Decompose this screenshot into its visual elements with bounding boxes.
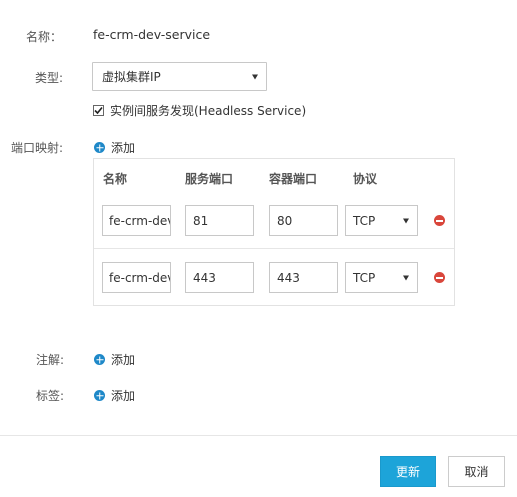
footer-divider	[0, 435, 517, 436]
plus-circle-icon	[94, 354, 105, 365]
cancel-button[interactable]: 取消	[448, 456, 505, 487]
plus-circle-icon	[94, 142, 105, 153]
port-name-input[interactable]: fe-crm-dev	[102, 205, 171, 236]
plus-circle-icon	[94, 390, 105, 401]
container-port-input[interactable]: 443	[269, 262, 338, 293]
service-port-input[interactable]: 81	[185, 205, 254, 236]
headless-label: 实例间服务发现(Headless Service)	[110, 104, 307, 118]
chevron-down-icon	[252, 74, 258, 79]
headless-option[interactable]: 实例间服务发现(Headless Service)	[93, 102, 306, 119]
add-port-label: 添加	[111, 141, 136, 155]
update-button[interactable]: 更新	[380, 456, 436, 487]
port-mapping-table: 名称 服务端口 容器端口 协议 fe-crm-dev 81 80 TCP fe-…	[93, 158, 455, 306]
port-mapping-label: 端口映射:	[11, 141, 64, 155]
add-tag-button[interactable]: 添加	[94, 387, 135, 404]
protocol-select[interactable]: TCP	[345, 205, 418, 236]
header-protocol: 协议	[353, 172, 378, 186]
remove-row-icon[interactable]	[434, 215, 445, 226]
protocol-select[interactable]: TCP	[345, 262, 418, 293]
annotation-label: 注解:	[36, 353, 65, 367]
type-select-value: 虚拟集群IP	[102, 70, 161, 84]
header-service-port: 服务端口	[185, 172, 234, 186]
protocol-select-value: TCP	[353, 270, 376, 285]
remove-row-icon[interactable]	[434, 272, 445, 283]
add-port-button[interactable]: 添加	[94, 139, 135, 156]
type-label: 类型:	[35, 71, 64, 85]
service-name-value: fe-crm-dev-service	[93, 27, 211, 42]
service-port-input[interactable]: 443	[185, 262, 254, 293]
check-icon	[94, 106, 103, 115]
container-port-input[interactable]: 80	[269, 205, 338, 236]
tag-label: 标签:	[36, 389, 65, 403]
type-select[interactable]: 虚拟集群IP	[92, 62, 267, 91]
protocol-select-value: TCP	[353, 213, 376, 228]
header-name: 名称	[103, 172, 128, 186]
add-tag-label: 添加	[111, 389, 136, 403]
chevron-down-icon	[403, 218, 409, 223]
chevron-down-icon	[403, 275, 409, 280]
port-name-input[interactable]: fe-crm-dev	[102, 262, 171, 293]
name-label: 名称：	[26, 30, 63, 44]
row-divider	[94, 248, 454, 249]
add-annotation-button[interactable]: 添加	[94, 351, 135, 368]
header-container-port: 容器端口	[269, 172, 318, 186]
add-annotation-label: 添加	[111, 353, 136, 367]
headless-checkbox[interactable]	[93, 105, 104, 116]
